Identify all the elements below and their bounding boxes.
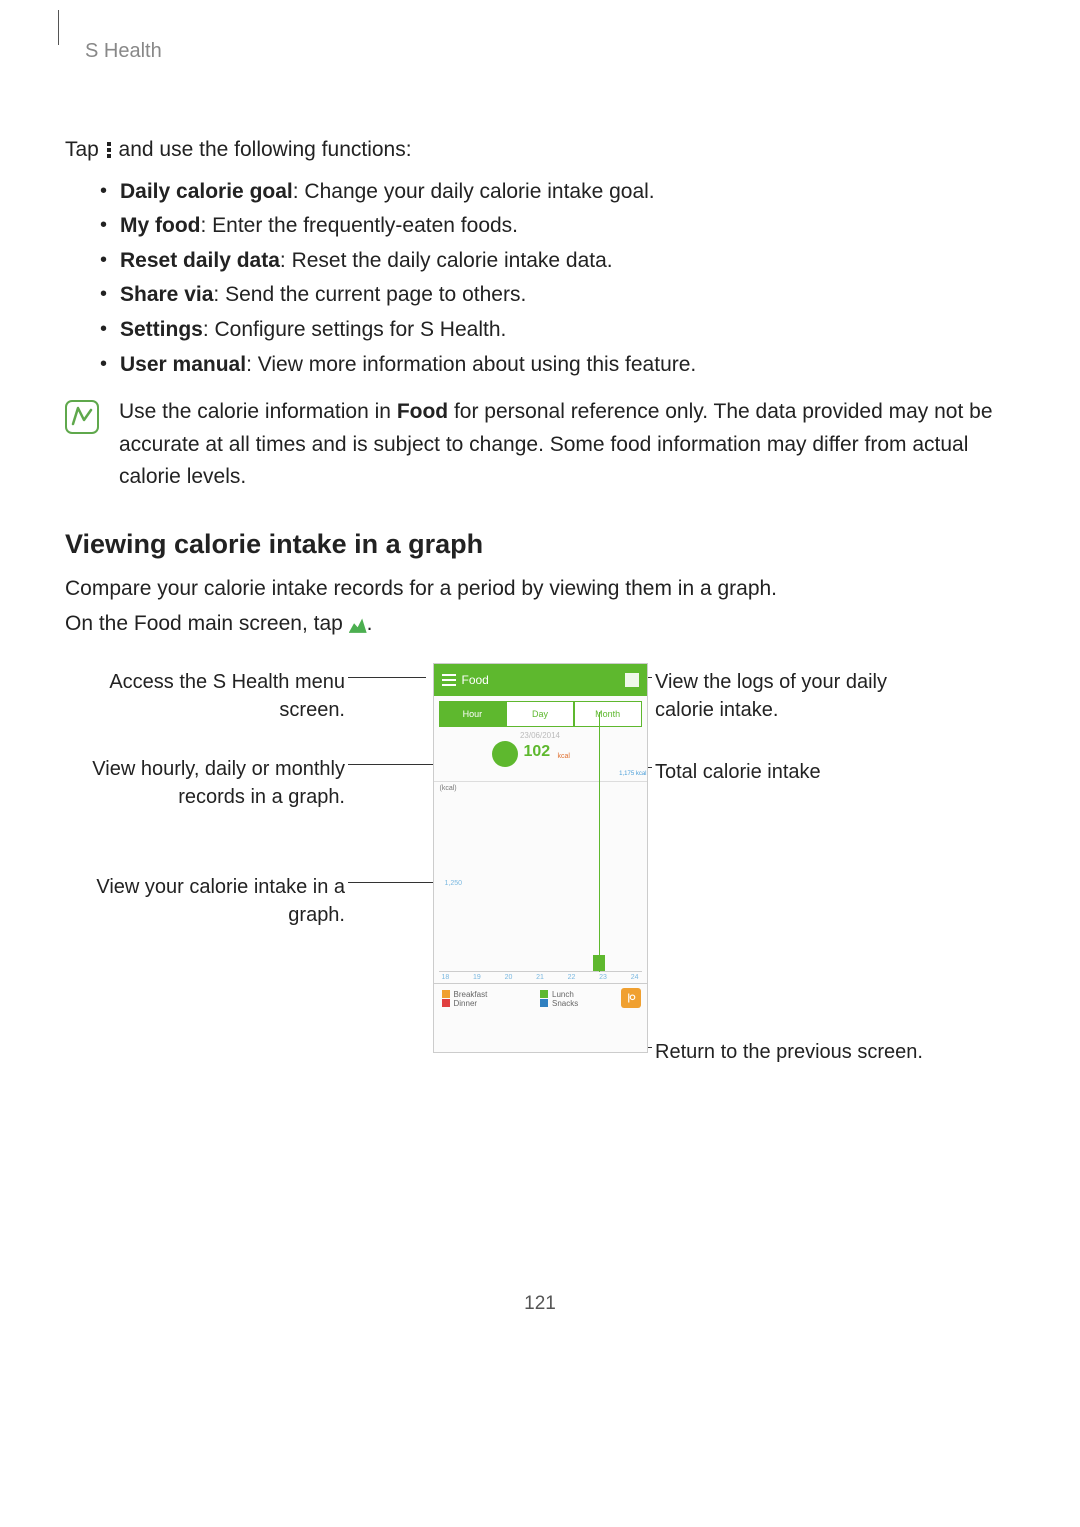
list-item: Daily calorie goal: Change your daily ca…	[100, 175, 1015, 209]
x-label: 20	[505, 974, 513, 981]
tab-month[interactable]: Month	[574, 701, 642, 727]
legend-label: Breakfast	[454, 990, 488, 999]
callout-total: Total calorie intake	[655, 758, 935, 786]
swatch-icon	[540, 990, 548, 998]
note-text: Use the calorie information in Food for …	[119, 396, 1015, 494]
total-kcal-value: 102	[524, 743, 551, 761]
callout-tabs: View hourly, daily or monthly records in…	[65, 755, 345, 811]
x-label: 21	[536, 974, 544, 981]
x-label: 19	[473, 974, 481, 981]
log-icon[interactable]	[625, 673, 639, 687]
return-icon[interactable]	[621, 988, 641, 1008]
desc: : Reset the daily calorie intake data.	[280, 249, 613, 272]
legend-dinner: Dinner	[442, 999, 541, 1008]
y-axis-unit: (kcal)	[434, 782, 647, 792]
para-compare: Compare your calorie intake records for …	[65, 572, 1015, 606]
swatch-icon	[540, 999, 548, 1007]
callout-return: Return to the previous screen.	[655, 1038, 935, 1066]
x-label: 18	[442, 974, 450, 981]
goal-strip: 1,175 kcal	[619, 771, 646, 777]
tab-day[interactable]: Day	[506, 701, 574, 727]
x-label: 22	[568, 974, 576, 981]
swatch-icon	[442, 999, 450, 1007]
tap-instruction: Tap and use the following functions:	[65, 133, 1015, 167]
term: Share via	[120, 283, 213, 306]
tap-post: and use the following functions:	[119, 138, 412, 161]
term: Reset daily data	[120, 249, 280, 272]
x-label: 23	[599, 974, 607, 981]
callout-graph: View your calorie intake in a graph.	[65, 873, 345, 929]
x-axis-labels: 18 19 20 21 22 23 24	[434, 972, 647, 983]
term: Settings	[120, 318, 203, 341]
functions-list: Daily calorie goal: Change your daily ca…	[65, 175, 1015, 382]
summary-date: 23/06/2014	[434, 727, 647, 740]
app-title: Food	[462, 673, 625, 687]
hamburger-icon[interactable]	[442, 674, 456, 686]
note-block: Use the calorie information in Food for …	[65, 396, 1015, 494]
legend-label: Lunch	[552, 990, 574, 999]
list-item: Settings: Configure settings for S Healt…	[100, 313, 1015, 347]
callout-line	[348, 882, 433, 883]
list-item: My food: Enter the frequently-eaten food…	[100, 209, 1015, 243]
para2-pre: On the Food main screen, tap	[65, 612, 349, 635]
app-header: Food	[434, 664, 647, 696]
note-pre: Use the calorie information in	[119, 400, 397, 423]
y-tick: 1,250	[445, 880, 463, 887]
list-item: Share via: Send the current page to othe…	[100, 278, 1015, 312]
list-item: Reset daily data: Reset the daily calori…	[100, 244, 1015, 278]
note-bold: Food	[397, 400, 448, 423]
desc: : Send the current page to others.	[213, 283, 526, 306]
header-divider	[58, 10, 59, 45]
desc: : View more information about using this…	[246, 353, 696, 376]
kcal-unit: kcal	[558, 753, 570, 760]
x-label: 24	[631, 974, 639, 981]
running-header: S Health	[65, 0, 1015, 63]
callout-line	[348, 764, 433, 765]
para2-post: .	[367, 612, 373, 635]
callout-menu: Access the S Health menu screen.	[65, 668, 345, 724]
page-number: 121	[65, 1293, 1015, 1315]
chart-area: 1,250	[439, 792, 642, 972]
tab-hour[interactable]: Hour	[439, 701, 507, 727]
legend-breakfast: Breakfast	[442, 990, 541, 999]
term: Daily calorie goal	[120, 180, 293, 203]
annotated-screenshot: Access the S Health menu screen. View ho…	[65, 663, 1015, 1053]
term: User manual	[120, 353, 246, 376]
phone-mock: Food Hour Day Month 23/06/2014 102 kcal …	[433, 663, 648, 1053]
current-marker-line	[599, 712, 600, 972]
section-heading: Viewing calorie intake in a graph	[65, 529, 1015, 560]
graph-icon	[349, 617, 367, 633]
time-tabs: Hour Day Month	[439, 701, 642, 727]
para-on-food: On the Food main screen, tap .	[65, 607, 1015, 641]
callout-logs: View the logs of your daily calorie inta…	[655, 668, 935, 724]
list-item: User manual: View more information about…	[100, 348, 1015, 382]
desc: : Configure settings for S Health.	[203, 318, 507, 341]
desc: : Change your daily calorie intake goal.	[293, 180, 655, 203]
tap-pre: Tap	[65, 138, 105, 161]
legend-label: Dinner	[454, 999, 478, 1008]
chart-bar	[593, 955, 605, 971]
summary-band: 23/06/2014 102 kcal 1,175 kcal	[434, 727, 647, 782]
legend-label: Snacks	[552, 999, 578, 1008]
more-options-icon	[107, 140, 111, 160]
swatch-icon	[442, 990, 450, 998]
chart-legend: Breakfast Lunch Dinner Snacks	[434, 983, 647, 1012]
progress-circle-icon	[492, 741, 518, 767]
desc: : Enter the frequently-eaten foods.	[200, 214, 518, 237]
note-icon	[65, 400, 99, 434]
callout-line	[348, 677, 426, 678]
term: My food	[120, 214, 200, 237]
